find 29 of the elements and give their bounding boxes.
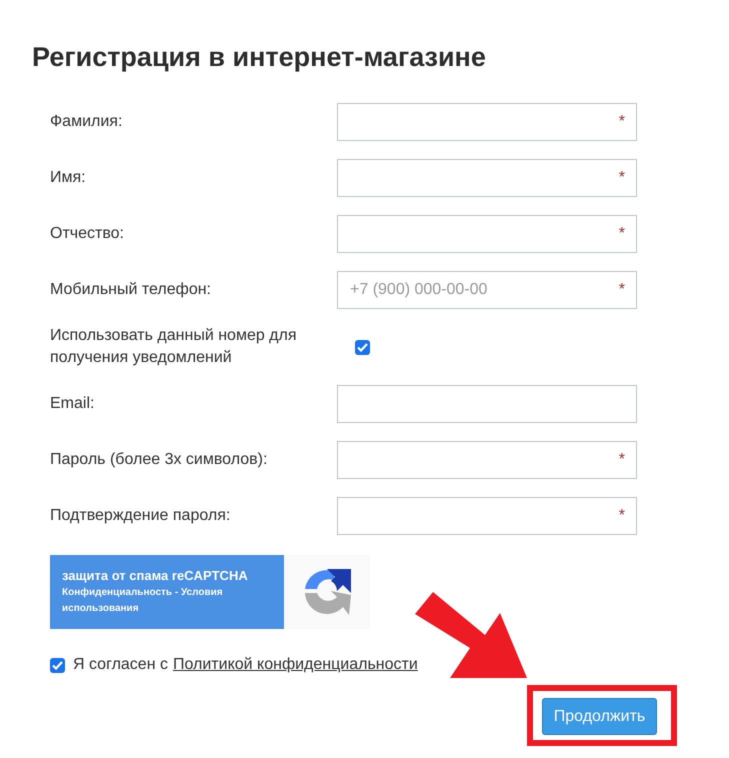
recaptcha-links[interactable]: Конфиденциальность - Условия использования [62,585,272,617]
input-field[interactable] [337,385,637,423]
recaptcha-title: защита от спама reCAPTCHA [62,568,249,584]
privacy-policy-link[interactable]: Политикой конфиденциальности [172,653,418,677]
input-field[interactable] [337,103,637,141]
input-field[interactable] [337,441,637,479]
continue-button[interactable]: Продолжить [542,698,657,735]
input-field[interactable] [337,215,637,253]
field-label: Подтверждение пароля: [50,506,232,526]
field-label: Фамилия: [50,112,124,132]
agreement-text: Я согласен с [73,655,168,675]
field-label: Имя: [50,168,87,188]
required-mark: * [618,450,625,470]
required-mark: * [618,280,625,300]
notify-checkbox[interactable] [355,340,370,354]
field-label: Мобильный телефон: [50,280,212,300]
field-label: Пароль (более 3х символов): [50,450,268,470]
pointer-arrow-icon [415,590,530,680]
input-field[interactable] [337,159,637,197]
field-label: Email: [50,394,96,414]
field-label: Отчество: [50,224,125,244]
agree-checkbox[interactable] [50,658,65,672]
page-title: Регистрация в интернет-магазине [32,41,487,74]
input-field[interactable] [337,497,637,535]
required-mark: * [618,506,625,526]
required-mark: * [618,112,625,132]
field-label: Использовать данный номер для получения уведомлений [50,326,298,368]
required-mark: * [618,224,625,244]
required-mark: * [618,168,625,188]
